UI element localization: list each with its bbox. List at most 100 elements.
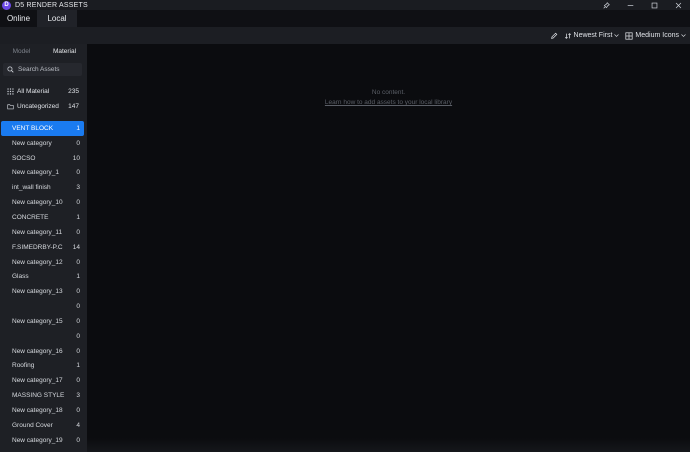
close-icon bbox=[675, 2, 681, 8]
asset-type-tabs: Model Material bbox=[0, 44, 87, 58]
category-item[interactable]: CONCRETE 1 bbox=[1, 210, 84, 225]
category-label: CONCRETE bbox=[12, 213, 49, 221]
sidebar: Model Material All Material 235 Uncatego… bbox=[0, 44, 87, 452]
category-item[interactable]: New category_12 0 bbox=[1, 255, 84, 270]
help-link[interactable]: Learn how to add assets to your local li… bbox=[87, 99, 690, 106]
empty-state-message: No content. bbox=[371, 89, 406, 96]
category-count: 0 bbox=[76, 139, 80, 147]
category-count: 0 bbox=[76, 303, 80, 311]
asset-content-area: No content. Learn how to add assets to y… bbox=[87, 44, 690, 452]
category-label: New category_18 bbox=[12, 406, 63, 414]
search-input[interactable] bbox=[18, 66, 78, 73]
tab-material[interactable]: Material bbox=[43, 48, 86, 55]
category-item[interactable]: Ground Cover 4 bbox=[1, 418, 84, 433]
category-label: Ground Cover bbox=[12, 421, 53, 429]
category-label: New category_11 bbox=[12, 228, 63, 236]
category-label: New category bbox=[12, 139, 52, 147]
category-label: SOCSO bbox=[12, 154, 36, 162]
category-count: 0 bbox=[76, 377, 80, 385]
category-count: 1 bbox=[76, 362, 80, 370]
category-count: 0 bbox=[76, 347, 80, 355]
maximize-icon bbox=[651, 2, 657, 8]
category-label: New category_13 bbox=[12, 288, 63, 296]
category-item[interactable]: New category_1 0 bbox=[1, 166, 84, 181]
category-item[interactable]: New category_15 0 bbox=[1, 314, 84, 329]
category-label: Glass bbox=[12, 273, 29, 281]
category-item[interactable]: VENT BLOCK 1 bbox=[1, 121, 84, 136]
close-button[interactable] bbox=[666, 0, 690, 10]
category-list: VENT BLOCK 1 New category 0 SOCSO 10 New ca… bbox=[0, 121, 87, 448]
category-label: New category_1 bbox=[12, 169, 59, 177]
category-label: New category_19 bbox=[12, 436, 63, 444]
category-item[interactable]: 0 bbox=[1, 299, 84, 314]
uncategorized-count: 147 bbox=[68, 103, 79, 110]
tab-model[interactable]: Model bbox=[0, 48, 43, 55]
toolbar: Newest First Medium Icons bbox=[0, 27, 690, 44]
category-count: 0 bbox=[76, 406, 80, 414]
category-count: 0 bbox=[76, 436, 80, 444]
chevron-down-icon bbox=[614, 34, 620, 37]
app-title: D5 RENDER ASSETS bbox=[15, 1, 88, 9]
tab-local[interactable]: Local bbox=[37, 10, 77, 27]
all-material-label: All Material bbox=[17, 88, 50, 95]
folder-icon bbox=[7, 104, 14, 110]
category-count: 1 bbox=[76, 124, 80, 132]
all-material-count: 235 bbox=[68, 88, 79, 95]
category-item[interactable]: New category_19 0 bbox=[1, 433, 84, 448]
category-label: New category_16 bbox=[12, 347, 63, 355]
title-bar: D D5 RENDER ASSETS bbox=[0, 0, 690, 10]
view-mode-label: Medium Icons bbox=[635, 32, 679, 39]
category-count: 14 bbox=[72, 243, 80, 251]
category-item[interactable]: New category 0 bbox=[1, 136, 84, 151]
category-item[interactable]: New category_10 0 bbox=[1, 195, 84, 210]
sort-dropdown[interactable]: Newest First bbox=[564, 32, 620, 40]
category-item[interactable]: New category_16 0 bbox=[1, 344, 84, 359]
category-label: MASSING STYLE bbox=[12, 392, 65, 400]
category-count: 3 bbox=[76, 392, 80, 400]
grid-view-icon bbox=[625, 31, 633, 40]
category-count: 0 bbox=[76, 332, 80, 340]
all-items-grid-icon bbox=[7, 88, 14, 95]
category-label: VENT BLOCK bbox=[12, 124, 54, 132]
category-count: 3 bbox=[76, 184, 80, 192]
category-item[interactable]: SOCSO 10 bbox=[1, 151, 84, 166]
all-material-item[interactable]: All Material 235 bbox=[0, 84, 87, 99]
sort-icon bbox=[564, 32, 571, 39]
app-logo-icon: D bbox=[2, 0, 11, 10]
category-count: 0 bbox=[76, 258, 80, 266]
summary-list: All Material 235 Uncategorized 147 bbox=[0, 84, 87, 114]
pin-button[interactable] bbox=[594, 0, 618, 10]
category-count: 0 bbox=[76, 317, 80, 325]
category-item[interactable]: Glass 1 bbox=[1, 269, 84, 284]
minimize-button[interactable] bbox=[618, 0, 642, 10]
category-item[interactable]: MASSING STYLE 3 bbox=[1, 388, 84, 403]
maximize-button[interactable] bbox=[642, 0, 666, 10]
category-label: New category_15 bbox=[12, 317, 63, 325]
category-item[interactable]: F.SIMEDRBY-P.C 14 bbox=[1, 240, 84, 255]
category-item[interactable]: New category_11 0 bbox=[1, 225, 84, 240]
category-item[interactable]: 0 bbox=[1, 329, 84, 344]
search-box[interactable] bbox=[3, 63, 82, 76]
view-mode-dropdown[interactable]: Medium Icons bbox=[625, 31, 686, 40]
category-label: int_wall finish bbox=[12, 184, 51, 192]
category-item[interactable]: Roofing 1 bbox=[1, 359, 84, 374]
category-count: 1 bbox=[76, 213, 80, 221]
chevron-down-icon bbox=[681, 34, 686, 37]
category-item[interactable]: New category_13 0 bbox=[1, 284, 84, 299]
uncategorized-item[interactable]: Uncategorized 147 bbox=[0, 99, 87, 114]
uncategorized-label: Uncategorized bbox=[17, 103, 59, 110]
category-item[interactable]: New category_17 0 bbox=[1, 373, 84, 388]
category-item[interactable]: New category_18 0 bbox=[1, 403, 84, 418]
bottom-status-strip bbox=[87, 438, 690, 452]
main-tabs: Online Local bbox=[0, 10, 690, 27]
pencil-icon bbox=[550, 32, 557, 39]
category-count: 0 bbox=[76, 199, 80, 207]
category-count: 0 bbox=[76, 228, 80, 236]
category-count: 0 bbox=[76, 169, 80, 177]
category-item[interactable]: int_wall finish 3 bbox=[1, 180, 84, 195]
tab-online[interactable]: Online bbox=[0, 10, 37, 27]
edit-button[interactable] bbox=[550, 32, 558, 40]
sort-label: Newest First bbox=[573, 32, 613, 39]
category-count: 4 bbox=[76, 421, 80, 429]
category-label: New category_10 bbox=[12, 199, 63, 207]
